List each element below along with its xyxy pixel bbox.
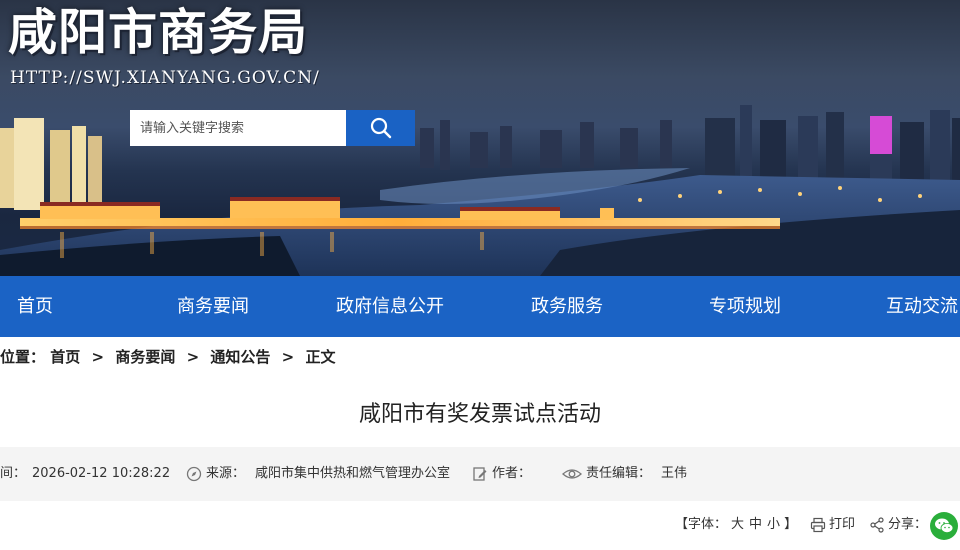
- nav-item-gov-info[interactable]: 政府信息公开: [336, 276, 444, 337]
- compass-icon: [186, 466, 202, 482]
- search-icon: [370, 117, 391, 139]
- meta-author: 作者：: [472, 447, 531, 501]
- breadcrumb: 位置： 首页 > 商务要闻 > 通知公告 > 正文: [0, 346, 335, 368]
- meta-source: 来源： 咸阳市集中供热和燃气管理办公室: [186, 447, 450, 501]
- share-icon: [870, 517, 884, 533]
- edit-icon: [473, 467, 487, 481]
- author-label: 作者：: [492, 466, 532, 481]
- font-size-prefix: 【字体：: [675, 517, 728, 532]
- meta-editor: 责任编辑： 王伟: [562, 447, 687, 501]
- font-size-small[interactable]: 小: [767, 510, 780, 540]
- site-title: 咸阳市商务局: [8, 3, 309, 61]
- search-button[interactable]: [346, 110, 415, 146]
- breadcrumb-prefix: 位置：: [0, 348, 46, 366]
- nav-item-interaction[interactable]: 互动交流: [886, 276, 958, 337]
- share-wechat-button[interactable]: [930, 512, 958, 540]
- nav-item-special-planning[interactable]: 专项规划: [709, 276, 781, 337]
- font-size-suffix: 】: [784, 517, 798, 532]
- font-size-large[interactable]: 大: [731, 510, 744, 540]
- article-meta-bar: 间： 2026-02-12 10:28:22 来源： 咸阳市集中供热和燃气管理办…: [0, 447, 960, 501]
- breadcrumb-notices[interactable]: 通知公告: [210, 348, 270, 366]
- publish-time-label: 间：: [0, 466, 27, 481]
- nav-item-gov-services[interactable]: 政务服务: [531, 276, 603, 337]
- header-banner: 咸阳市商务局 HTTP://SWJ.XIANYANG.GOV.CN/: [0, 0, 960, 276]
- breadcrumb-separator: >: [186, 348, 200, 366]
- publish-time-value: 2026-02-12 10:28:22: [32, 466, 171, 481]
- share-section: 分享：: [869, 510, 927, 540]
- breadcrumb-separator: >: [91, 348, 105, 366]
- wechat-icon: [935, 518, 954, 533]
- source-value: 咸阳市集中供热和燃气管理办公室: [255, 466, 451, 481]
- print-button[interactable]: 打印: [810, 510, 855, 540]
- source-label: 来源：: [206, 466, 246, 481]
- nav-item-business-news[interactable]: 商务要闻: [177, 276, 249, 337]
- site-url: HTTP://SWJ.XIANYANG.GOV.CN/: [10, 68, 320, 88]
- eye-icon: [562, 469, 582, 479]
- print-label: 打印: [829, 517, 856, 532]
- article-title: 咸阳市有奖发票试点活动: [358, 402, 601, 427]
- meta-publish-time: 间： 2026-02-12 10:28:22: [0, 447, 170, 501]
- breadcrumb-business-news[interactable]: 商务要闻: [115, 348, 175, 366]
- breadcrumb-home[interactable]: 首页: [50, 348, 80, 366]
- breadcrumb-current: 正文: [305, 348, 336, 366]
- breadcrumb-separator: >: [281, 348, 295, 366]
- editor-value: 王伟: [661, 466, 688, 481]
- search-input[interactable]: [130, 110, 346, 146]
- font-size-switcher: 【字体： 大 中 小 】: [675, 510, 797, 540]
- printer-icon: [810, 517, 826, 533]
- editor-label: 责任编辑：: [586, 466, 652, 481]
- nav-item-home[interactable]: 首页: [17, 276, 53, 337]
- share-label: 分享：: [888, 517, 928, 532]
- main-nav: 首页 商务要闻 政府信息公开 政务服务 专项规划 互动交流: [0, 276, 960, 337]
- font-size-medium[interactable]: 中: [749, 510, 762, 540]
